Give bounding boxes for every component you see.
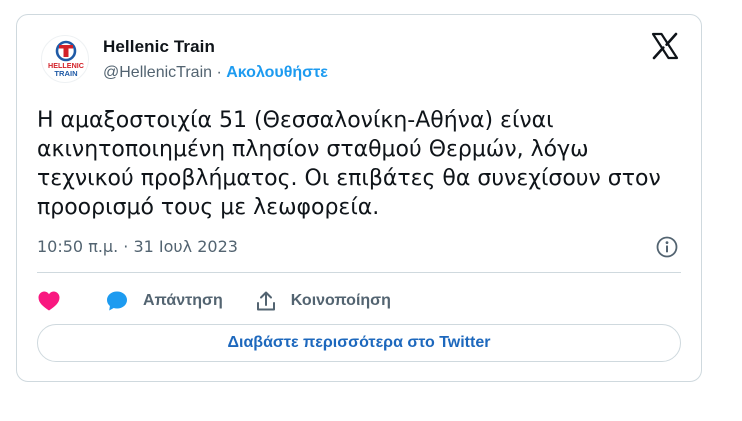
tweet-text: Η αμαξοστοιχία 51 (Θεσσαλονίκη-Αθήνα) εί… xyxy=(37,108,661,220)
action-bar: Απάντηση Κοινοποίηση xyxy=(37,287,423,315)
info-icon[interactable] xyxy=(655,235,679,259)
reply-label: Απάντηση xyxy=(143,292,223,309)
separator: · xyxy=(212,64,227,81)
share-button[interactable]: Κοινοποίηση xyxy=(255,290,391,312)
heart-icon xyxy=(37,290,61,312)
reply-button[interactable]: Απάντηση xyxy=(105,289,223,313)
avatar-text-bottom: TRAIN xyxy=(54,69,77,78)
tweet-timestamp[interactable]: 10:50 π.μ. · 31 Ιουλ 2023 xyxy=(37,237,238,256)
handle-row: @HellenicTrain · Ακολουθήστε xyxy=(103,64,328,82)
account-handle[interactable]: @HellenicTrain xyxy=(103,64,212,81)
x-logo-icon[interactable] xyxy=(651,32,679,60)
read-more-button[interactable]: Διαβάστε περισσότερα στο Twitter xyxy=(37,324,681,362)
follow-link[interactable]: Ακολουθήστε xyxy=(226,64,328,81)
share-label: Κοινοποίηση xyxy=(290,292,391,309)
divider xyxy=(37,272,681,273)
avatar[interactable]: HELLENIC TRAIN xyxy=(41,35,89,83)
account-name[interactable]: Hellenic Train xyxy=(103,37,215,57)
like-button[interactable] xyxy=(37,290,61,312)
share-icon xyxy=(255,290,277,312)
speech-bubble-icon xyxy=(105,289,129,313)
tweet-card: HELLENIC TRAIN Hellenic Train @HellenicT… xyxy=(16,14,702,382)
